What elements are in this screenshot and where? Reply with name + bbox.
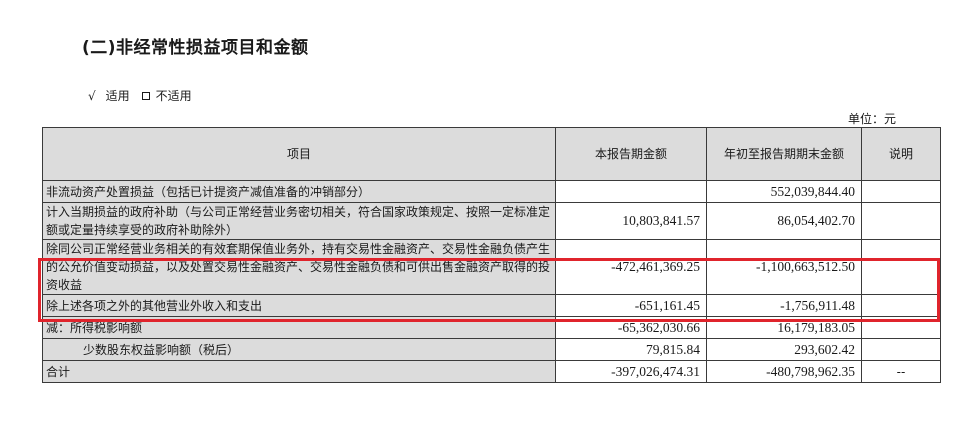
- table-row: 除同公司正常经营业务相关的有效套期保值业务外，持有交易性金融资产、交易性金融负债…: [42, 239, 941, 295]
- header-current-period: 本报告期金额: [555, 127, 707, 181]
- row-note: [861, 239, 941, 295]
- header-item: 项目: [42, 127, 556, 181]
- table-row: 非流动资产处置损益（包括已计提资产减值准备的冲销部分） 552,039,844.…: [42, 180, 941, 203]
- non-recurring-gains-table: 项目 本报告期金额 年初至报告期期末金额 说明 非流动资产处置损益（包括已计提资…: [42, 127, 941, 383]
- row-note: [861, 316, 941, 339]
- table-row: 除上述各项之外的其他营业外收入和支出 -651,161.45 -1,756,91…: [42, 294, 941, 317]
- row-item: 合计: [42, 360, 556, 383]
- row-current: -397,026,474.31: [555, 360, 707, 383]
- row-ytd: 16,179,183.05: [706, 316, 862, 339]
- applies-checkmark[interactable]: √: [88, 89, 96, 103]
- table-row: 减：所得税影响额 -65,362,030.66 16,179,183.05: [42, 316, 941, 339]
- header-note: 说明: [861, 127, 941, 181]
- row-current: -65,362,030.66: [555, 316, 707, 339]
- row-ytd: 86,054,402.70: [706, 202, 862, 240]
- applies-label: 适用: [105, 89, 130, 103]
- table-row: 计入当期损益的政府补助（与公司正常经营业务密切相关，符合国家政策规定、按照一定标…: [42, 202, 941, 240]
- row-item: 除上述各项之外的其他营业外收入和支出: [42, 294, 556, 317]
- row-current: -472,461,369.25: [555, 239, 707, 295]
- row-current: 79,815.84: [555, 338, 707, 361]
- row-current: -651,161.45: [555, 294, 707, 317]
- row-note: [861, 338, 941, 361]
- row-item: 少数股东权益影响额（税后）: [42, 338, 556, 361]
- row-note: [861, 294, 941, 317]
- row-note: [861, 180, 941, 203]
- row-item: 除同公司正常经营业务相关的有效套期保值业务外，持有交易性金融资产、交易性金融负债…: [42, 239, 556, 295]
- row-current: 10,803,841.57: [555, 202, 707, 240]
- row-ytd: 552,039,844.40: [706, 180, 862, 203]
- row-note: [861, 202, 941, 240]
- row-item: 计入当期损益的政府补助（与公司正常经营业务密切相关，符合国家政策规定、按照一定标…: [42, 202, 556, 240]
- applicability-options: √ 适用 不适用: [88, 87, 192, 104]
- table-row-total: 合计 -397,026,474.31 -480,798,962.35 --: [42, 360, 941, 383]
- row-note: --: [861, 360, 941, 383]
- row-ytd: -1,756,911.48: [706, 294, 862, 317]
- row-item: 非流动资产处置损益（包括已计提资产减值准备的冲销部分）: [42, 180, 556, 203]
- row-current: [555, 180, 707, 203]
- header-year-to-date: 年初至报告期期末金额: [706, 127, 862, 181]
- unit-label: 单位：元: [848, 112, 897, 126]
- section-title: (二)非经常性损益项目和金额: [82, 38, 309, 58]
- row-ytd: -480,798,962.35: [706, 360, 862, 383]
- not-applies-label: 不适用: [155, 89, 192, 103]
- not-applies-checkbox[interactable]: [141, 91, 150, 100]
- row-ytd: 293,602.42: [706, 338, 862, 361]
- row-item: 减：所得税影响额: [42, 316, 556, 339]
- table-header-row: 项目 本报告期金额 年初至报告期期末金额 说明: [42, 127, 941, 181]
- table-row: 少数股东权益影响额（税后） 79,815.84 293,602.42: [42, 338, 941, 361]
- row-ytd: -1,100,663,512.50: [706, 239, 862, 295]
